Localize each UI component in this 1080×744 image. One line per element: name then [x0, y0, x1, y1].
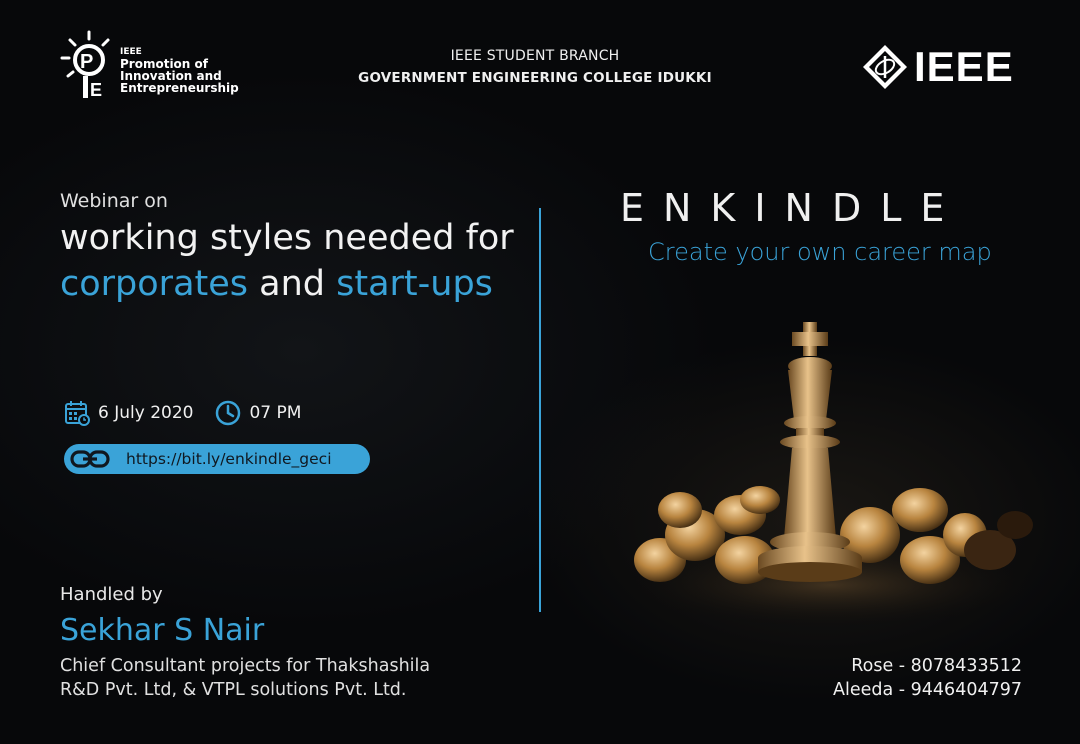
title-startups: start-ups	[336, 264, 493, 304]
lightbulb-icon: P E	[60, 30, 110, 100]
speaker-name: Sekhar S Nair	[60, 613, 265, 648]
webinar-title-line1: working styles needed for	[60, 218, 514, 258]
pie-logo-text: IEEE Promotion of Innovation and Entrepr…	[120, 46, 239, 94]
webinar-intro: Webinar on	[60, 190, 168, 212]
pie-logo: P E IEEE Promotion of Innovation and Ent…	[58, 30, 239, 102]
event-tagline: Create your own career map	[648, 238, 992, 266]
title-corporates: corporates	[60, 264, 249, 304]
speaker-role-line1: Chief Consultant projects for Thakshashi…	[60, 656, 431, 676]
event-date: 6 July 2020	[98, 403, 194, 423]
vertical-divider	[539, 208, 541, 612]
handled-by-label: Handled by	[60, 584, 163, 605]
event-brand-name: ENKINDLE	[620, 186, 964, 230]
event-time: 07 PM	[249, 403, 302, 423]
svg-text:E: E	[90, 80, 102, 100]
ieee-wordmark: IEEE	[914, 43, 1014, 90]
contact-rose: Rose - 8078433512	[851, 656, 1022, 676]
chess-king-illustration	[620, 322, 1050, 630]
ieee-logo: IEEE	[862, 44, 1022, 90]
title-and: and	[248, 264, 337, 304]
pie-logo-line: Entrepreneurship	[120, 81, 239, 95]
clock-icon	[216, 400, 241, 426]
svg-text:P: P	[80, 51, 93, 73]
registration-link-text[interactable]: https://bit.ly/enkindle_geci	[126, 450, 332, 468]
link-icon	[70, 450, 110, 468]
calendar-icon	[65, 401, 90, 426]
registration-link[interactable]: https://bit.ly/enkindle_geci	[64, 444, 370, 474]
speaker-role-line2: R&D Pvt. Ltd, & VTPL solutions Pvt. Ltd.	[60, 680, 407, 700]
date-time-row: 6 July 2020 07 PM	[64, 398, 301, 428]
college-name: GOVERNMENT ENGINEERING COLLEGE IDUKKI	[358, 70, 712, 86]
webinar-title-line2: corporates and start-ups	[60, 264, 493, 304]
branch-header: IEEE STUDENT BRANCH GOVERNMENT ENGINEERI…	[300, 48, 770, 86]
ieee-diamond-icon	[863, 45, 907, 89]
contact-aleeda: Aleeda - 9446404797	[833, 680, 1022, 700]
branch-title: IEEE STUDENT BRANCH	[450, 48, 620, 64]
